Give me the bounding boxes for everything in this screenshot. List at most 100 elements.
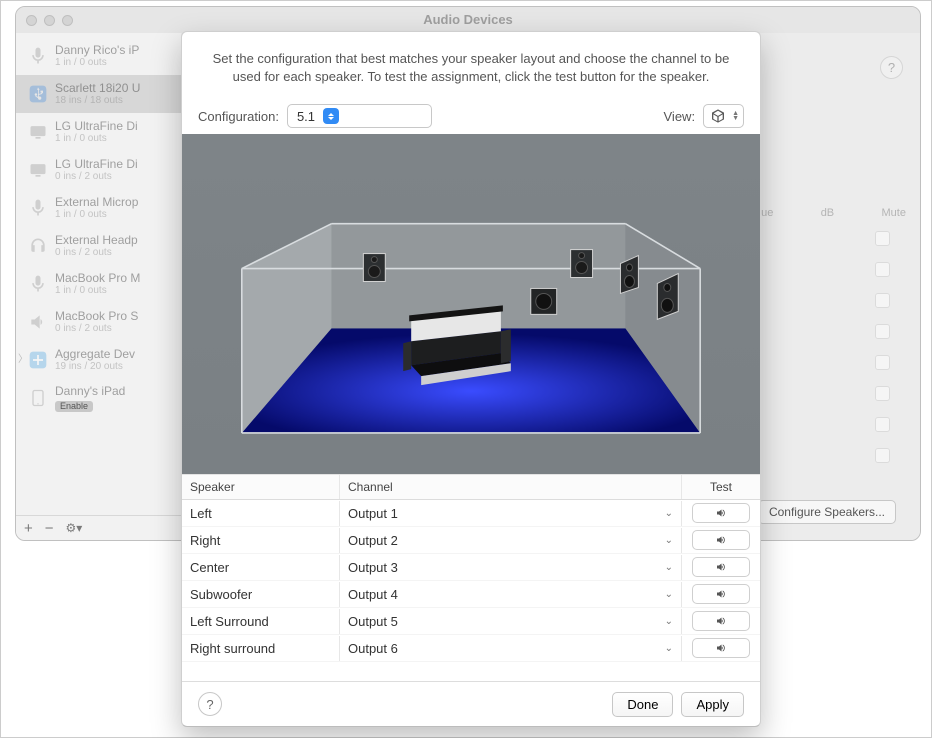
mute-column-header: Mute [882, 207, 906, 219]
speaker-name: Left [182, 501, 340, 526]
chevron-updown-icon: ▲▼ [732, 111, 739, 121]
device-name: External Headp [55, 233, 138, 247]
channel-select[interactable]: Output 3 ⌄ [340, 555, 682, 580]
configuration-value: 5.1 [297, 109, 315, 124]
configuration-label: Configuration: [198, 109, 279, 124]
channel-select[interactable]: Output 2 ⌄ [340, 528, 682, 553]
mute-checkbox[interactable] [875, 231, 890, 246]
speaker-name: Right surround [182, 636, 340, 661]
speaker-row: Left SurroundOutput 5⌄ [182, 608, 760, 635]
usb-icon [28, 84, 48, 104]
chevron-down-icon: ⌄ [665, 643, 673, 654]
sidebar-item-device[interactable]: MacBook Pro M1 in / 0 outs [16, 265, 181, 303]
configure-speakers-button[interactable]: Configure Speakers... [758, 500, 896, 524]
add-device-button[interactable]: + [24, 520, 33, 537]
channel-value: Output 2 [348, 533, 398, 548]
sheet-help-button[interactable]: ? [198, 692, 222, 716]
aggregate-icon [28, 350, 48, 370]
sidebar-item-device[interactable]: External Headp0 ins / 2 outs [16, 227, 181, 265]
apply-button[interactable]: Apply [681, 692, 744, 717]
device-name: Aggregate Dev [55, 347, 135, 361]
test-speaker-button[interactable] [692, 611, 750, 631]
sound-icon [713, 507, 729, 519]
chevron-updown-icon [323, 108, 339, 124]
mute-checkbox[interactable] [875, 417, 890, 432]
done-button[interactable]: Done [612, 692, 673, 717]
sound-icon [713, 534, 729, 546]
device-io-count: 0 ins / 2 outs [55, 323, 138, 335]
cube-icon [710, 108, 726, 124]
sheet-description: Set the configuration that best matches … [212, 50, 730, 86]
speaker-layout-3d-view[interactable] [182, 134, 760, 474]
sidebar-item-device[interactable]: Scarlett 18i20 U18 ins / 18 outs [16, 75, 181, 113]
sidebar-item-device[interactable]: MacBook Pro S0 ins / 2 outs [16, 303, 181, 341]
view-label: View: [664, 109, 696, 124]
test-speaker-button[interactable] [692, 638, 750, 658]
sound-icon [713, 588, 729, 600]
device-name: Danny Rico's iP [55, 43, 139, 57]
test-speaker-button[interactable] [692, 503, 750, 523]
channel-value: Output 1 [348, 506, 398, 521]
chevron-down-icon: ⌄ [665, 535, 673, 546]
device-io-count: 1 in / 0 outs [55, 285, 140, 297]
remove-device-button[interactable]: − [45, 520, 54, 537]
chevron-down-icon: ⌄ [665, 508, 673, 519]
mute-checkbox-column [858, 231, 906, 463]
sound-icon [713, 615, 729, 627]
speaker-name: Subwoofer [182, 582, 340, 607]
mute-checkbox[interactable] [875, 293, 890, 308]
sidebar-item-device[interactable]: Danny Rico's iP1 in / 0 outs [16, 37, 181, 75]
chevron-down-icon: ⌄ [665, 562, 673, 573]
configure-speakers-sheet: Set the configuration that best matches … [181, 31, 761, 727]
speaker-row: RightOutput 2⌄ [182, 527, 760, 554]
mic-icon [28, 274, 48, 294]
channel-select[interactable]: Output 5⌄ [340, 609, 682, 634]
test-speaker-button[interactable] [692, 530, 750, 550]
sidebar-item-device[interactable]: LG UltraFine Di1 in / 0 outs [16, 113, 181, 151]
actions-menu-button[interactable]: ⚙︎▾ [66, 521, 83, 535]
mic-icon [28, 198, 48, 218]
sidebar-item-device[interactable]: External Microp1 in / 0 outs [16, 189, 181, 227]
channel-value: Output 4 [348, 587, 398, 602]
mute-checkbox[interactable] [875, 324, 890, 339]
mute-checkbox[interactable] [875, 386, 890, 401]
channel-table-headers: Value dB Mute [746, 207, 906, 219]
speaker-name: Left Surround [182, 609, 340, 634]
channel-select[interactable]: Output 1 ⌄ [340, 501, 682, 526]
mute-checkbox[interactable] [875, 448, 890, 463]
channel-value: Output 3 [348, 560, 398, 575]
mute-checkbox[interactable] [875, 262, 890, 277]
ipad-icon [28, 388, 48, 408]
device-name: External Microp [55, 195, 138, 209]
enable-badge[interactable]: Enable [55, 401, 93, 412]
device-io-count: 1 in / 0 outs [55, 133, 138, 145]
device-io-count: 19 ins / 20 outs [55, 361, 135, 373]
sofa-icon [403, 306, 511, 386]
configuration-select[interactable]: 5.1 [287, 104, 432, 128]
help-button[interactable]: ? [880, 56, 903, 79]
speaker-row: Right surround Output 6 ⌄ [182, 635, 760, 662]
view-mode-select[interactable]: ▲▼ [703, 104, 744, 128]
device-io-count: 0 ins / 2 outs [55, 247, 138, 259]
device-io-count: 1 in / 0 outs [55, 57, 139, 69]
test-speaker-button[interactable] [692, 557, 750, 577]
sidebar-item-device[interactable]: Danny's iPadEnable [16, 379, 181, 417]
window-title: Audio Devices [16, 12, 920, 27]
chevron-down-icon: ⌄ [665, 616, 673, 627]
headphones-icon [28, 236, 48, 256]
sidebar-item-device[interactable]: 〉Aggregate Dev19 ins / 20 outs [16, 341, 181, 379]
db-column-header: dB [821, 207, 834, 219]
channel-value: Output 6 [348, 641, 398, 656]
speaker-icon [363, 254, 385, 282]
speaker-row: Left Output 1 ⌄ [182, 500, 760, 527]
device-name: LG UltraFine Di [55, 119, 138, 133]
sound-icon [713, 642, 729, 654]
chevron-down-icon: ⌄ [665, 589, 673, 600]
channel-select[interactable]: Output 6 ⌄ [340, 636, 682, 661]
channel-select[interactable]: Output 4 ⌄ [340, 582, 682, 607]
mute-checkbox[interactable] [875, 355, 890, 370]
sidebar-item-device[interactable]: LG UltraFine Di0 ins / 2 outs [16, 151, 181, 189]
speaker-name: Center [182, 555, 340, 580]
test-speaker-button[interactable] [692, 584, 750, 604]
speaker-row: Subwoofer Output 4 ⌄ [182, 581, 760, 608]
